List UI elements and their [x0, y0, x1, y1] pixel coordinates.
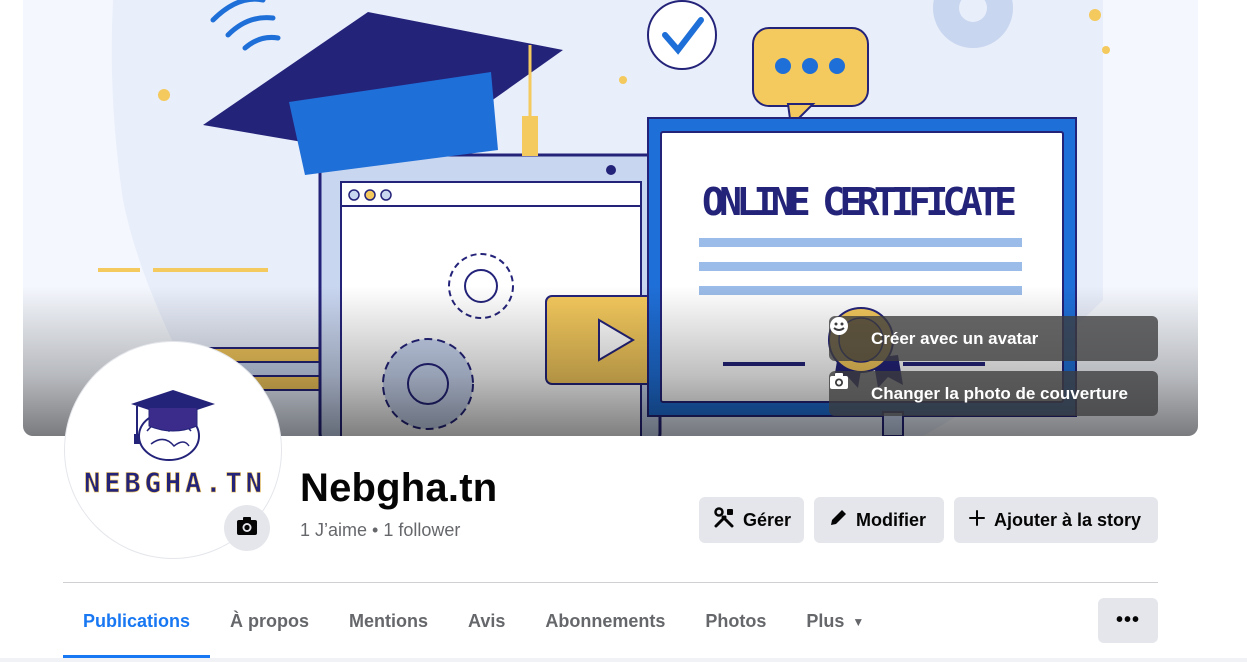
tab-reviews[interactable]: Avis — [448, 598, 525, 645]
page-stats[interactable]: 1 J’aime • 1 follower — [300, 520, 460, 541]
manage-label: Gérer — [743, 509, 792, 530]
update-profile-picture-button[interactable] — [224, 505, 270, 551]
tab-about[interactable]: À propos — [210, 598, 329, 645]
edit-label: Modifier — [856, 509, 926, 530]
tab-label: Plus — [806, 611, 845, 631]
pencil-icon — [828, 508, 848, 533]
add-to-story-label: Ajouter à la story — [994, 509, 1142, 530]
caret-down-icon: ▼ — [852, 614, 865, 629]
bottom-separator — [0, 658, 1247, 662]
tab-subscriptions[interactable]: Abonnements — [525, 598, 685, 645]
plus-icon — [968, 509, 986, 532]
tab-label: Abonnements — [545, 611, 666, 631]
tools-icon — [713, 506, 735, 534]
add-to-story-button[interactable]: Ajouter à la story — [954, 497, 1158, 543]
tab-more[interactable]: Plus ▼ — [786, 598, 884, 645]
tab-label: À propos — [230, 611, 310, 631]
logo-text: NEBGHA.TN — [84, 468, 262, 499]
tab-publications[interactable]: Publications — [63, 598, 211, 658]
manage-button[interactable]: Gérer — [699, 497, 804, 543]
create-avatar-label: Créer avec un avatar — [871, 328, 1039, 348]
change-cover-label: Changer la photo de couverture — [871, 383, 1128, 403]
tab-photos[interactable]: Photos — [685, 598, 786, 645]
tab-label: Publications — [83, 611, 191, 631]
tab-mentions[interactable]: Mentions — [329, 598, 448, 645]
more-options-button[interactable]: ••• — [1098, 598, 1158, 643]
camera-icon — [830, 373, 863, 404]
tab-label: Mentions — [349, 611, 429, 631]
tab-label: Photos — [705, 611, 767, 631]
avatar-sticker-icon — [830, 317, 863, 349]
camera-icon — [236, 516, 258, 541]
header-divider — [63, 582, 1158, 583]
tab-label: Avis — [468, 611, 506, 631]
create-avatar-button[interactable]: Créer avec un avatar — [829, 316, 1158, 361]
certificate-title: ONLINE CERTIFICATE — [702, 180, 1020, 224]
change-cover-button[interactable]: Changer la photo de couverture — [829, 371, 1158, 416]
facebook-page-header: ONLINE CERTIFICATE Créer avec un avatar … — [0, 0, 1247, 662]
page-tabs: Publications À propos Mentions Avis Abon… — [63, 598, 884, 658]
more-dots-label: ••• — [1115, 609, 1140, 631]
page-title: Nebgha.tn — [300, 466, 498, 510]
edit-button[interactable]: Modifier — [814, 497, 944, 543]
